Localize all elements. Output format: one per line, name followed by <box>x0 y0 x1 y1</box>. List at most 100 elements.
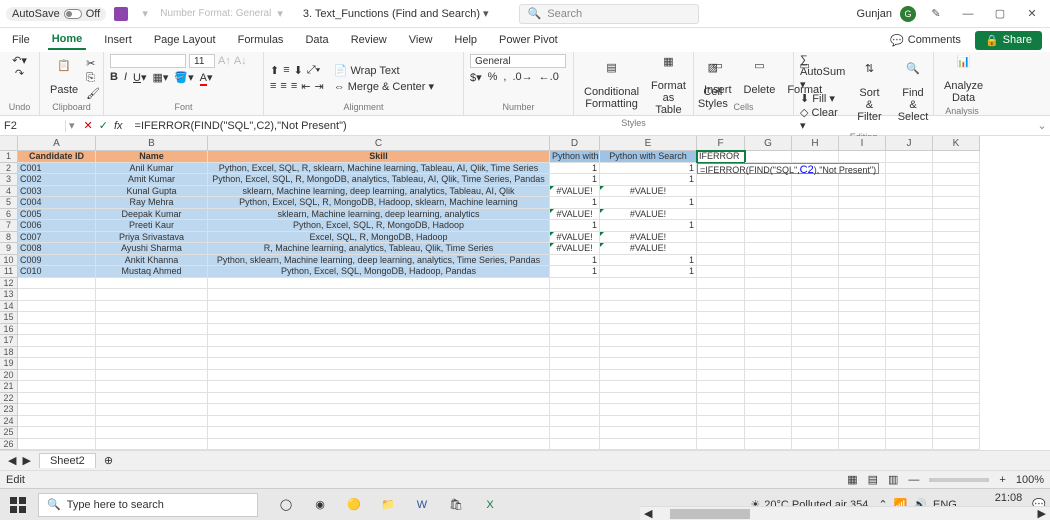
cell[interactable]: 1 <box>550 255 600 267</box>
cell[interactable] <box>839 289 886 301</box>
orientation-button[interactable]: ⤢▾ <box>307 64 320 77</box>
cell[interactable] <box>933 370 980 382</box>
cell[interactable] <box>933 324 980 336</box>
cell[interactable] <box>745 324 792 336</box>
align-top-button[interactable]: ⬆ <box>270 64 279 77</box>
cell[interactable] <box>792 347 839 359</box>
qat-dropdown[interactable]: ▾ <box>136 5 154 23</box>
cell[interactable] <box>886 186 933 198</box>
cell[interactable] <box>792 186 839 198</box>
cell[interactable] <box>697 174 745 186</box>
cell[interactable]: 1 <box>550 163 600 175</box>
cell[interactable] <box>792 151 839 163</box>
row-header[interactable]: 15 <box>0 312 18 324</box>
cell[interactable]: #VALUE! <box>600 232 697 244</box>
cell[interactable] <box>745 370 792 382</box>
cell[interactable]: Python, Excel, SQL, R, MongoDB, analytic… <box>208 174 550 186</box>
cell[interactable] <box>96 347 208 359</box>
cell[interactable] <box>933 186 980 198</box>
cell[interactable] <box>933 301 980 313</box>
fill-button[interactable]: ⬇ Fill ▾ <box>800 92 845 105</box>
cell[interactable]: 1 <box>600 266 697 278</box>
taskbar-store[interactable]: 🛍 <box>444 493 468 517</box>
row-header[interactable]: 1 <box>0 151 18 163</box>
cell[interactable] <box>745 312 792 324</box>
cell[interactable] <box>208 324 550 336</box>
cell[interactable] <box>208 381 550 393</box>
cell[interactable] <box>745 381 792 393</box>
cell[interactable]: Anil Kumar <box>96 163 208 175</box>
row-header[interactable]: 4 <box>0 186 18 198</box>
indent-inc-button[interactable]: ⇥ <box>314 80 323 93</box>
row-header[interactable]: 8 <box>0 232 18 244</box>
tab-review[interactable]: Review <box>347 31 391 49</box>
share-button[interactable]: 🔒 Share <box>975 31 1042 50</box>
formula-input[interactable]: =IFERROR(FIND("SQL",C2),"Not Present") <box>129 120 1034 132</box>
cell[interactable] <box>886 197 933 209</box>
cell[interactable]: #VALUE! <box>600 243 697 255</box>
cell[interactable] <box>697 370 745 382</box>
cell[interactable]: Python, sklearn, Machine learning, deep … <box>208 255 550 267</box>
cell[interactable]: #VALUE! <box>550 232 600 244</box>
comments-button[interactable]: 💬 Comments <box>884 32 967 49</box>
fx-button[interactable]: fx <box>114 120 123 132</box>
align-center-button[interactable]: ≡ <box>280 80 286 93</box>
cell[interactable]: C001 <box>18 163 96 175</box>
minimize-button[interactable]: — <box>956 2 980 26</box>
cell[interactable] <box>600 381 697 393</box>
cell[interactable] <box>550 427 600 439</box>
cell[interactable] <box>600 370 697 382</box>
cell[interactable] <box>792 301 839 313</box>
cell[interactable] <box>792 324 839 336</box>
inc-decimal-button[interactable]: .0→ <box>512 71 532 84</box>
paste-button[interactable]: 📋 Paste <box>46 58 82 98</box>
row-header[interactable]: 18 <box>0 347 18 359</box>
cell[interactable] <box>18 335 96 347</box>
tab-home[interactable]: Home <box>48 30 87 50</box>
cell[interactable] <box>933 209 980 221</box>
cell[interactable] <box>839 393 886 405</box>
cell[interactable] <box>745 209 792 221</box>
cell[interactable] <box>886 370 933 382</box>
cell[interactable] <box>697 232 745 244</box>
cell[interactable] <box>600 335 697 347</box>
zoom-out-button[interactable]: — <box>908 474 919 486</box>
cell[interactable]: Amit Kumar <box>96 174 208 186</box>
cell[interactable] <box>18 381 96 393</box>
maximize-button[interactable]: ▢ <box>988 2 1012 26</box>
cell[interactable] <box>96 427 208 439</box>
cell[interactable]: Preeti Kaur <box>96 220 208 232</box>
cell[interactable] <box>745 151 792 163</box>
cell[interactable] <box>18 416 96 428</box>
tab-help[interactable]: Help <box>450 31 481 49</box>
cell[interactable] <box>933 393 980 405</box>
cell[interactable] <box>697 416 745 428</box>
cell[interactable] <box>208 404 550 416</box>
cell[interactable] <box>792 370 839 382</box>
col-header[interactable]: J <box>886 136 933 151</box>
cell[interactable] <box>792 439 839 451</box>
cell[interactable] <box>550 381 600 393</box>
worksheet-grid[interactable]: ABCDEFGHIJK 1234567891011121314151617181… <box>0 136 1050 450</box>
col-header[interactable]: I <box>839 136 886 151</box>
cell[interactable] <box>886 404 933 416</box>
zoom-level[interactable]: 100% <box>1016 474 1044 486</box>
row-header[interactable]: 21 <box>0 381 18 393</box>
undo-button[interactable]: ↶▾ <box>12 54 27 67</box>
cell[interactable] <box>886 312 933 324</box>
cell[interactable] <box>886 255 933 267</box>
number-format-select[interactable] <box>470 54 566 68</box>
cell[interactable] <box>208 347 550 359</box>
cell[interactable] <box>600 427 697 439</box>
cell[interactable]: C003 <box>18 186 96 198</box>
cell[interactable] <box>550 347 600 359</box>
cell[interactable] <box>697 347 745 359</box>
cell[interactable]: R, Machine learning, analytics, Tableau,… <box>208 243 550 255</box>
border-button[interactable]: ▦▾ <box>153 71 169 84</box>
cell[interactable] <box>933 335 980 347</box>
cell[interactable] <box>839 301 886 313</box>
cell[interactable] <box>208 370 550 382</box>
sort-filter-button[interactable]: ⇅Sort & Filter <box>853 61 885 125</box>
font-size-select[interactable] <box>189 54 215 68</box>
merge-center-button[interactable]: ⇔ Merge & Center ▾ <box>334 80 434 93</box>
